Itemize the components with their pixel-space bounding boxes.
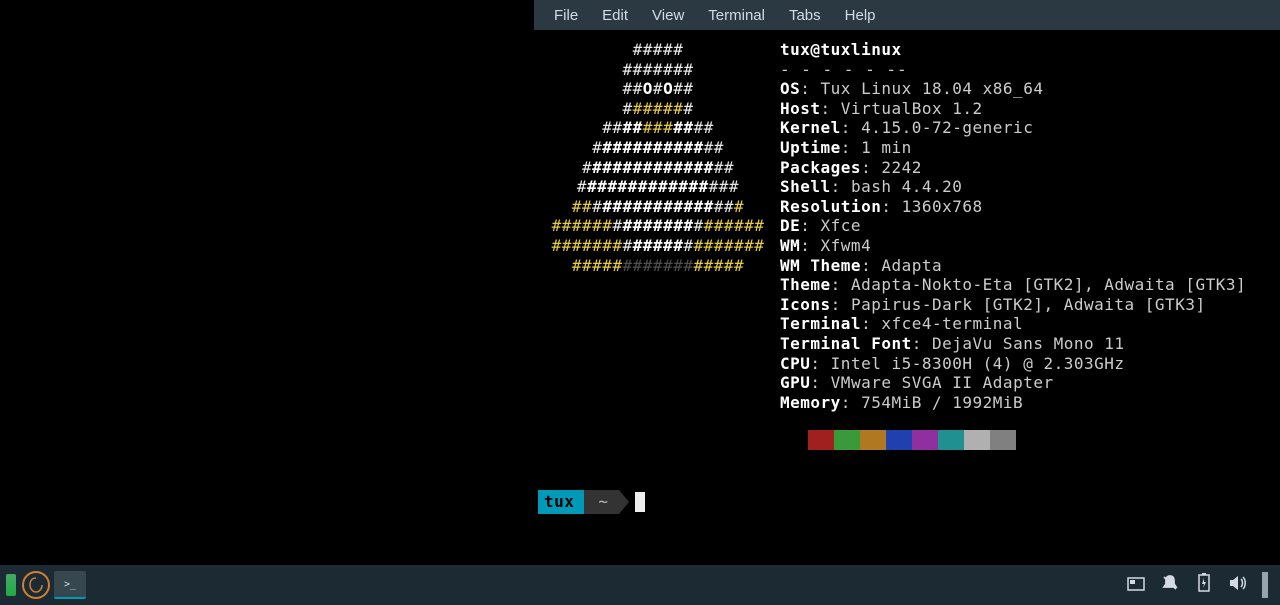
color-swatch [990, 430, 1016, 450]
volume-icon[interactable] [1228, 574, 1248, 597]
menubar: File Edit View Terminal Tabs Help [534, 0, 1280, 30]
panel-end-icon[interactable] [1262, 572, 1268, 598]
power-icon[interactable] [1194, 573, 1214, 598]
color-swatch [886, 430, 912, 450]
color-swatch [964, 430, 990, 450]
menu-help[interactable]: Help [833, 7, 888, 24]
menu-file[interactable]: File [542, 7, 590, 24]
prompt-user: tux [538, 490, 584, 514]
menu-tabs[interactable]: Tabs [777, 7, 833, 24]
cursor [635, 492, 645, 512]
terminal-output[interactable]: #####tux@tuxlinux#######- - - - - --##O#… [534, 30, 1280, 524]
prompt-path: ~ [584, 490, 618, 514]
taskbar-terminal-button[interactable]: >_ [54, 571, 86, 599]
menu-terminal[interactable]: Terminal [696, 7, 777, 24]
terminal-window: File Edit View Terminal Tabs Help #####t… [534, 0, 1280, 515]
taskbar: >_ [0, 565, 1280, 605]
notifications-icon[interactable] [1160, 574, 1180, 597]
shell-prompt[interactable]: tux~ [538, 490, 1276, 514]
color-swatch [912, 430, 938, 450]
menu-view[interactable]: View [640, 7, 696, 24]
workspace-icon[interactable] [1126, 575, 1146, 596]
color-swatch [834, 430, 860, 450]
color-swatch [808, 430, 834, 450]
whisker-menu-icon[interactable] [6, 574, 16, 596]
color-swatch [938, 430, 964, 450]
color-swatch [860, 430, 886, 450]
menu-edit[interactable]: Edit [590, 7, 640, 24]
color-palette [808, 430, 1276, 450]
distro-logo-icon[interactable] [22, 571, 50, 599]
